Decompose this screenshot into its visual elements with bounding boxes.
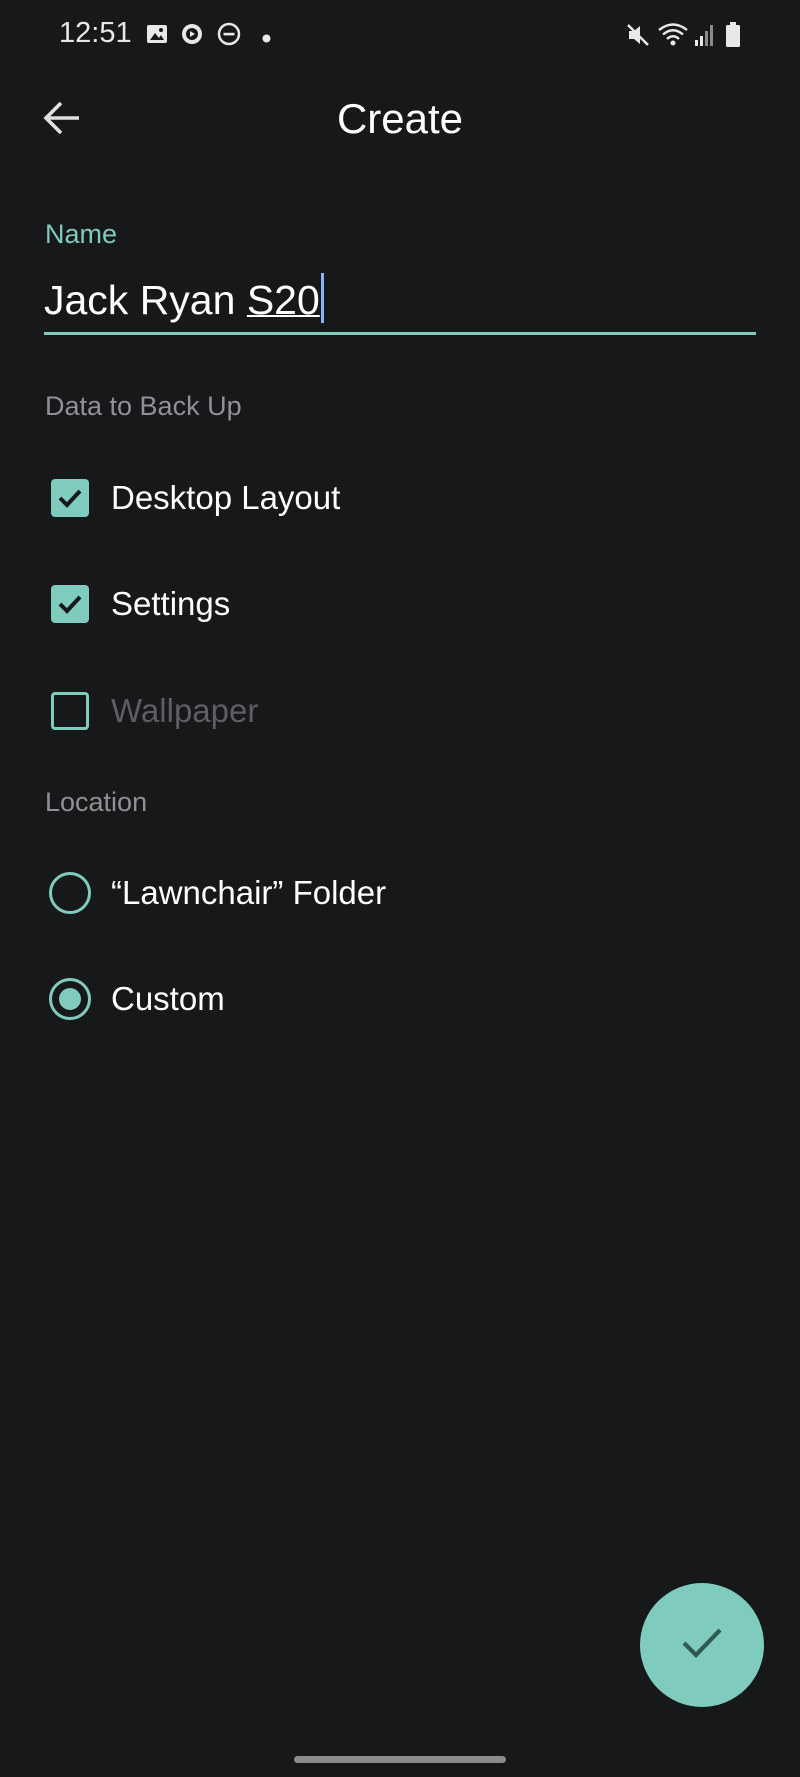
play-circle-icon (180, 22, 204, 51)
signal-icon (694, 22, 716, 53)
checkbox-checked-icon (51, 479, 89, 517)
name-input[interactable] (44, 270, 756, 335)
gesture-nav-handle[interactable] (294, 1756, 506, 1763)
radio-custom[interactable]: Custom (44, 964, 744, 1034)
confirm-fab-button[interactable] (640, 1583, 764, 1707)
battery-icon (725, 22, 741, 53)
dot-icon (262, 30, 271, 48)
checkbox-label: Settings (111, 585, 231, 622)
status-time: 12:51 (59, 17, 132, 49)
radio-label: Custom (111, 980, 225, 1017)
radio-selected-icon (49, 978, 91, 1020)
page-title: Create (336, 95, 464, 142)
checkbox-desktop-layout[interactable]: Desktop Layout (44, 463, 744, 533)
mute-icon (625, 22, 651, 53)
checkbox-label: Wallpaper (111, 692, 259, 729)
section-label-location: Location (45, 787, 148, 817)
checkbox-settings[interactable]: Settings (44, 569, 744, 639)
radio-unselected-icon (49, 872, 91, 914)
section-label-backup: Data to Back Up (45, 391, 242, 421)
check-icon (680, 1625, 724, 1666)
radio-lawnchair-folder[interactable]: “Lawnchair” Folder (44, 858, 744, 928)
checkbox-unchecked-icon (51, 692, 89, 730)
image-icon (145, 22, 169, 51)
wifi-icon (657, 22, 689, 53)
status-bar: 12:51 (0, 0, 800, 72)
checkbox-wallpaper[interactable]: Wallpaper (44, 676, 744, 746)
checkbox-checked-icon (51, 585, 89, 623)
name-field-label: Name (45, 219, 118, 249)
radio-label: “Lawnchair” Folder (111, 874, 387, 911)
checkbox-label: Desktop Layout (111, 479, 341, 516)
do-not-disturb-icon (217, 22, 241, 51)
